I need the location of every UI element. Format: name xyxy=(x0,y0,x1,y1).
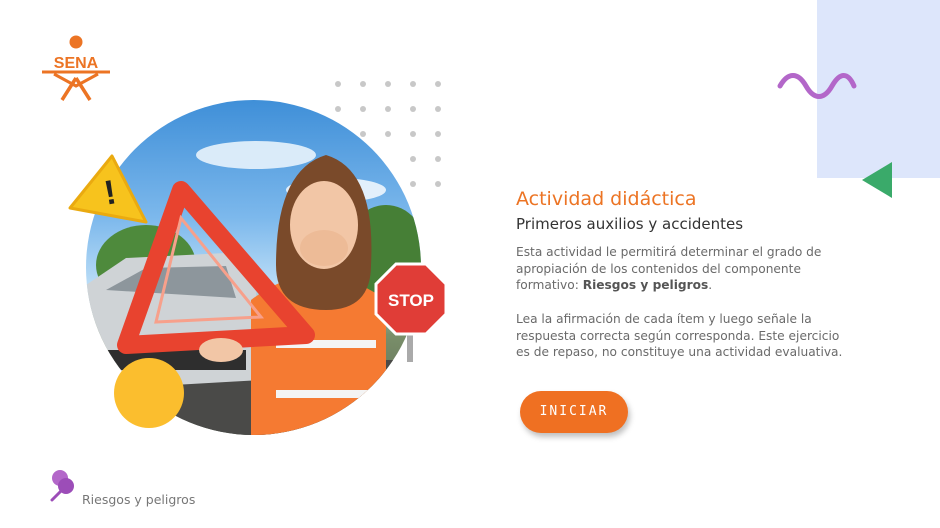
triangle-decoration xyxy=(862,162,892,198)
logo-text: SENA xyxy=(54,55,99,72)
instructions-paragraph: Lea la afirmación de cada ítem y luego s… xyxy=(516,312,843,359)
sena-logo: SENA xyxy=(42,35,110,101)
activity-title: Actividad didáctica xyxy=(516,188,697,210)
warning-icon: ! xyxy=(68,154,148,224)
activity-subtitle: Primeros auxilios y accidentes xyxy=(516,215,744,233)
component-name: Riesgos y peligros xyxy=(582,278,709,292)
wave-decoration xyxy=(777,73,857,99)
footer-label: Riesgos y peligros xyxy=(82,492,196,507)
description-paragraph: Esta actividad le permitirá determinar e… xyxy=(516,244,856,294)
description-end: . xyxy=(708,278,713,292)
stop-sign-icon: STOP xyxy=(374,262,448,362)
yellow-circle-decoration xyxy=(114,358,184,428)
start-button[interactable]: INICIAR xyxy=(520,391,628,433)
stop-sign-label: STOP xyxy=(388,291,434,310)
pushpin-icon xyxy=(50,470,74,502)
